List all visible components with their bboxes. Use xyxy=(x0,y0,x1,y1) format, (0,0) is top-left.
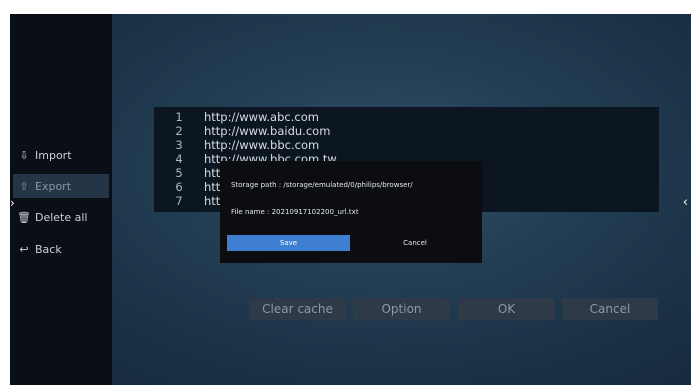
list-item-url: http://www.baidu.com xyxy=(204,124,331,138)
list-item[interactable]: 3 http://www.bbc.com xyxy=(154,138,659,152)
sidebar-item-delete-all[interactable]: 🗑 Delete all xyxy=(13,205,109,229)
list-item[interactable]: 2 http://www.baidu.com xyxy=(154,124,659,138)
list-item[interactable]: 1 http://www.abc.com xyxy=(154,110,659,124)
list-item-number: 4 xyxy=(175,152,183,166)
list-item-number: 5 xyxy=(175,166,183,180)
export-dialog: Storage path : /storage/emulated/0/phili… xyxy=(220,161,482,263)
sidebar-item-label: Delete all xyxy=(35,210,88,224)
file-name-text: File name : 20210917102200_url.txt xyxy=(231,208,359,216)
browser-settings-screen: ⇩ Import ⇧ Export 🗑 Delete all ↩ Back › … xyxy=(10,14,691,385)
dialog-save-button[interactable]: Save xyxy=(227,235,350,251)
cancel-button[interactable]: Cancel xyxy=(562,298,658,320)
sidebar-item-back[interactable]: ↩ Back xyxy=(13,237,109,261)
ok-button[interactable]: OK xyxy=(458,298,555,320)
list-item-url: htt xyxy=(204,166,221,180)
sidebar-item-label: Back xyxy=(35,242,62,256)
chevron-left-icon[interactable]: ‹ xyxy=(683,195,688,210)
sidebar-item-export[interactable]: ⇧ Export xyxy=(13,174,109,198)
storage-path-text: Storage path : /storage/emulated/0/phili… xyxy=(231,181,413,189)
dialog-cancel-button[interactable]: Cancel xyxy=(360,235,470,251)
sidebar: ⇩ Import ⇧ Export 🗑 Delete all ↩ Back xyxy=(10,14,112,385)
export-icon: ⇧ xyxy=(19,179,29,193)
trash-icon: 🗑 xyxy=(17,210,31,224)
chevron-right-icon[interactable]: › xyxy=(10,196,15,210)
list-item-url: http://www.bbc.com xyxy=(204,138,320,152)
sidebar-item-label: Import xyxy=(35,148,72,162)
list-item-number: 2 xyxy=(175,124,183,138)
option-button[interactable]: Option xyxy=(353,298,450,320)
back-icon: ↩ xyxy=(19,242,29,256)
list-item-number: 6 xyxy=(175,180,183,194)
list-item-url: http://www.abc.com xyxy=(204,110,319,124)
top-heading-clipped xyxy=(0,0,691,14)
list-item-number: 7 xyxy=(175,194,183,208)
clear-cache-button[interactable]: Clear cache xyxy=(249,298,346,320)
list-item-url: htt xyxy=(204,180,221,194)
list-item-url: htt xyxy=(204,194,221,208)
sidebar-item-label: Export xyxy=(35,179,72,193)
list-item-number: 3 xyxy=(175,138,183,152)
list-item-number: 1 xyxy=(175,110,183,124)
sidebar-item-import[interactable]: ⇩ Import xyxy=(13,143,109,167)
import-icon: ⇩ xyxy=(19,148,29,162)
